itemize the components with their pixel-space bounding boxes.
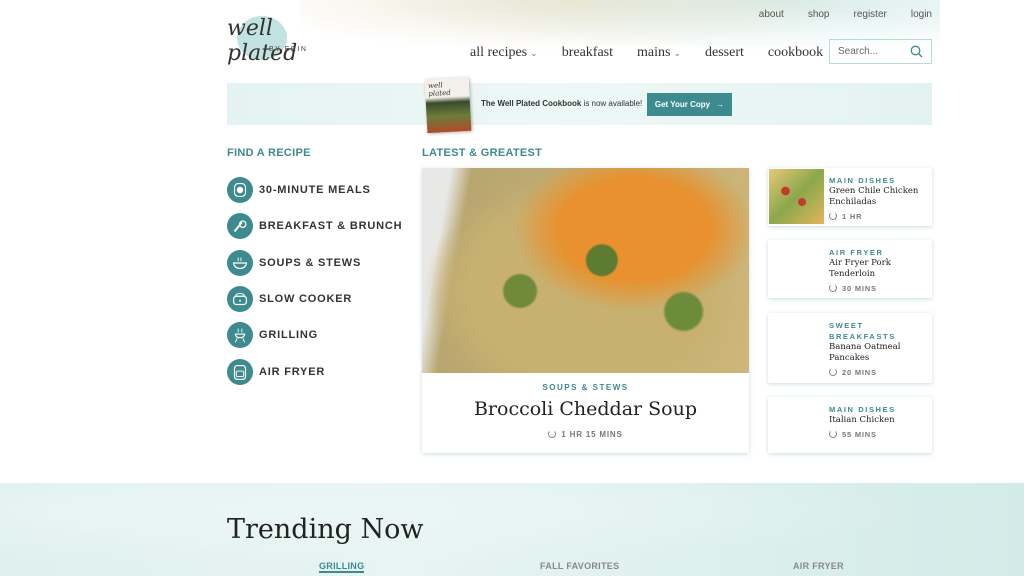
search-icon[interactable] [910, 45, 923, 58]
breakfast-icon [227, 213, 253, 240]
search-input[interactable]: Search... [829, 39, 932, 64]
side-recipe-card[interactable]: MAIN DISHES Italian Chicken 55 MINS [768, 397, 932, 453]
latest-heading: LATEST & GREATEST [422, 147, 543, 159]
recipe-title[interactable]: Air Fryer Pork Tenderloin [829, 258, 928, 280]
recipe-title[interactable]: Green Chile Chicken Enchiladas [829, 186, 928, 208]
recipe-title[interactable]: Banana Oatmeal Pancakes [829, 342, 928, 364]
side-recipe-card[interactable]: AIR FRYER Air Fryer Pork Tenderloin 30 MIN… [768, 240, 932, 298]
nav-shop[interactable]: shop [808, 9, 830, 20]
air-fryer-icon [227, 358, 253, 385]
nav-breakfast[interactable]: breakfast [562, 45, 613, 61]
category-list: 30-MINUTE MEALS BREAKFAST & BRUNCH SOUPS &… [227, 172, 402, 390]
soup-bowl-icon [227, 249, 253, 276]
find-recipe-heading: FIND A RECIPE [227, 147, 311, 159]
chevron-down-icon: ⌄ [530, 48, 538, 58]
nav-label: mains [637, 45, 671, 60]
book-cover-text: well plated [427, 81, 451, 99]
arrow-right-icon: → [716, 100, 725, 109]
time-text: 55 MINS [842, 430, 877, 439]
time-text: 1 HR [842, 212, 863, 221]
grill-icon [227, 322, 253, 349]
recipe-category[interactable]: MAIN DISHES [829, 404, 928, 415]
category-item[interactable]: SLOW COOKER [227, 281, 402, 317]
timer-icon [227, 177, 253, 204]
logo-subtext: BY ERIN [269, 46, 308, 53]
button-label: Get Your Copy [654, 100, 711, 109]
recipe-time: 55 MINS [829, 430, 928, 439]
main-nav: all recipes ⌄ breakfast mains ⌄ dessert co… [470, 45, 823, 61]
clock-icon [829, 430, 837, 438]
search-placeholder: Search... [838, 46, 879, 57]
cookbook-title: The Well Plated Cookbook [481, 99, 582, 108]
nav-about[interactable]: about [759, 9, 784, 20]
trending-heading: Trending Now [227, 514, 424, 545]
recipe-time: 1 HR [829, 212, 928, 221]
category-label: AIR FRYER [259, 365, 326, 378]
nav-login[interactable]: login [911, 9, 932, 20]
time-text: 1 HR 15 MINS [561, 430, 623, 439]
recipe-category[interactable]: SOUPS & STEWS [422, 383, 749, 392]
category-item[interactable]: GRILLING [227, 317, 402, 353]
featured-recipe-image[interactable] [422, 168, 749, 373]
recipe-category[interactable]: AIR FRYER [829, 247, 928, 258]
utility-nav: about shop register login [759, 9, 932, 20]
nav-label: all recipes [470, 45, 528, 60]
clock-icon [548, 430, 557, 438]
tab-fall-favorites[interactable]: FALL FAVORITES [540, 561, 619, 571]
banner-text: The Well Plated Cookbook is now availabl… [481, 99, 642, 108]
category-item[interactable]: 30-MINUTE MEALS [227, 172, 402, 208]
category-label: GRILLING [259, 329, 318, 342]
clock-icon [829, 368, 837, 376]
nav-dessert[interactable]: dessert [705, 45, 744, 61]
trending-section: Trending Now GRILLING FALL FAVORITES AIR… [0, 483, 1024, 576]
category-item[interactable]: BREAKFAST & BRUNCH [227, 208, 402, 244]
nav-register[interactable]: register [854, 9, 887, 20]
recipe-title[interactable]: Italian Chicken [829, 415, 928, 426]
side-recipe-card[interactable]: MAIN DISHES Green Chile Chicken Enchilada… [768, 168, 932, 226]
recipe-category[interactable]: SWEET BREAKFASTS [829, 320, 928, 342]
nav-all-recipes[interactable]: all recipes ⌄ [470, 45, 538, 61]
featured-recipe-card[interactable]: SOUPS & STEWS Broccoli Cheddar Soup 1 HR… [422, 168, 749, 453]
recipe-category[interactable]: MAIN DISHES [829, 175, 928, 186]
recipe-thumbnail[interactable] [769, 169, 824, 224]
recipe-time: 30 MINS [829, 284, 928, 293]
nav-cookbook[interactable]: cookbook [768, 45, 823, 61]
time-text: 30 MINS [842, 284, 877, 293]
nav-mains[interactable]: mains ⌄ [637, 45, 681, 61]
logo-text: well plated [227, 16, 298, 66]
time-text: 20 MINS [842, 368, 877, 377]
category-label: 30-MINUTE MEALS [259, 184, 371, 197]
category-item[interactable]: AIR FRYER [227, 353, 402, 389]
recipe-time: 1 HR 15 MINS [422, 430, 749, 439]
category-item[interactable]: SOUPS & STEWS [227, 245, 402, 281]
chevron-down-icon: ⌄ [673, 48, 681, 58]
recipe-time: 20 MINS [829, 368, 928, 377]
clock-icon [829, 212, 837, 220]
cookbook-cover-image[interactable]: well plated [424, 76, 472, 134]
tab-air-fryer[interactable]: AIR FRYER [793, 561, 844, 571]
tab-grilling[interactable]: GRILLING [319, 561, 365, 573]
banner-message: is now available! [581, 99, 643, 108]
site-logo[interactable]: well plated BY ERIN [227, 14, 327, 66]
category-label: SLOW COOKER [259, 293, 353, 306]
slow-cooker-icon [227, 286, 253, 313]
category-label: SOUPS & STEWS [259, 256, 362, 269]
side-recipe-card[interactable]: SWEET BREAKFASTS Banana Oatmeal Pancakes 2… [768, 313, 932, 383]
clock-icon [829, 284, 837, 292]
get-your-copy-button[interactable]: Get Your Copy → [647, 93, 732, 116]
category-label: BREAKFAST & BRUNCH [259, 220, 403, 233]
recipe-title[interactable]: Broccoli Cheddar Soup [422, 398, 749, 420]
